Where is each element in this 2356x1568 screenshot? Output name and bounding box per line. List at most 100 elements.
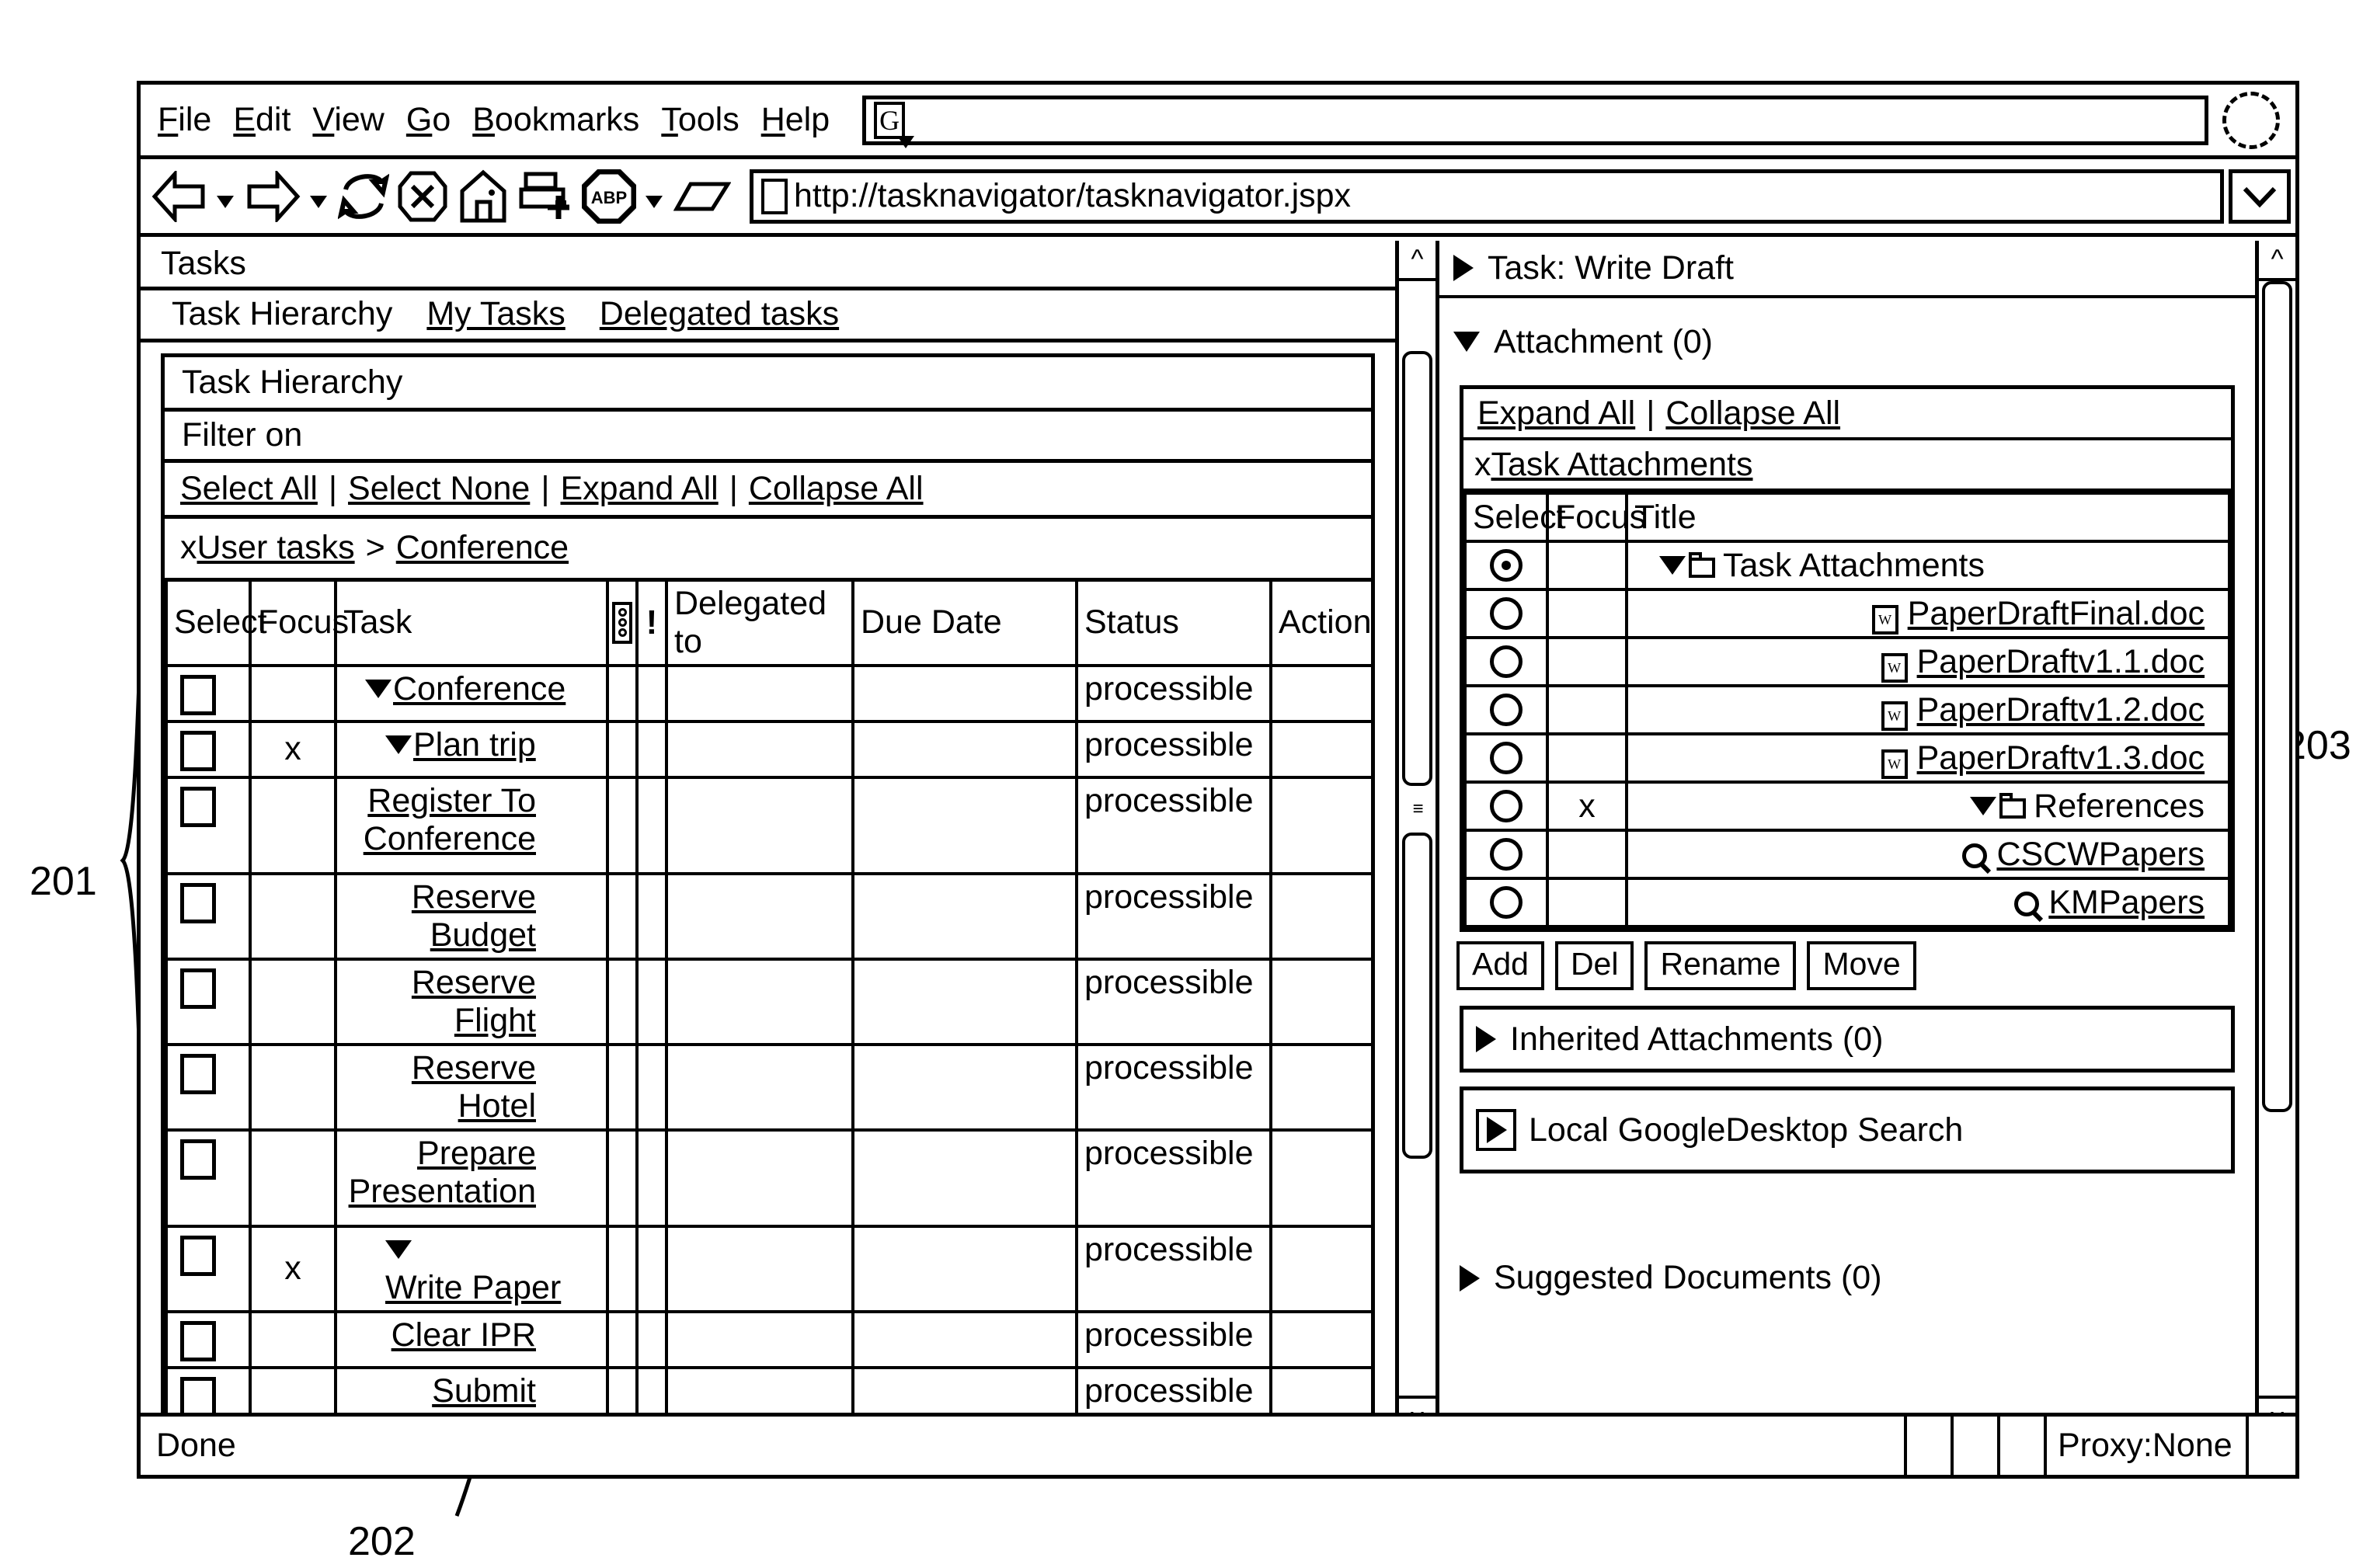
menu-item-tools[interactable]: Tools (661, 101, 739, 139)
back-dropdown-icon[interactable] (217, 195, 234, 208)
task-checkbox[interactable] (180, 1053, 216, 1094)
att-collapse-all-link[interactable]: Collapse All (1665, 395, 1840, 433)
task-link[interactable]: Reserve Hotel (343, 1049, 536, 1125)
breadcrumb-close-icon[interactable]: x (180, 529, 197, 567)
select-none-link[interactable]: Select None (348, 470, 530, 508)
scroll-up-icon[interactable]: ^ (1399, 241, 1436, 281)
task-focus-cell[interactable]: x (249, 719, 337, 779)
twisty-triangle-icon[interactable] (1970, 797, 1997, 816)
back-icon[interactable] (151, 170, 207, 222)
forward-dropdown-icon[interactable] (310, 195, 327, 208)
adblock-dropdown-icon[interactable] (646, 195, 663, 208)
menu-item-help[interactable]: Help (761, 101, 830, 139)
att-expand-all-link[interactable]: Expand All (1477, 395, 1635, 433)
attachment-scope-close-icon[interactable]: x (1474, 446, 1491, 484)
attachment-link[interactable]: PaperDraftv1.1.doc (1917, 643, 2205, 680)
adblock-icon[interactable]: ABP (582, 169, 636, 224)
twisty-triangle-icon[interactable] (385, 735, 412, 755)
attachment-focus-cell[interactable]: x (1546, 781, 1628, 832)
task-checkbox[interactable] (180, 1139, 216, 1180)
attachment-link[interactable]: PaperDraftv1.3.doc (1917, 739, 2205, 777)
vscroll-thumb-lower[interactable] (1402, 833, 1432, 1159)
breadcrumb-item-user-tasks[interactable]: User tasks (197, 529, 355, 567)
task-focus-cell[interactable]: x (249, 1224, 337, 1313)
attachment-focus-cell[interactable] (1546, 588, 1628, 639)
attachment-radio[interactable] (1490, 597, 1523, 630)
task-checkbox[interactable] (180, 1235, 216, 1276)
twisty-triangle-icon[interactable] (1659, 556, 1686, 575)
task-checkbox[interactable] (180, 882, 216, 923)
task-link[interactable]: Plan trip (413, 726, 536, 764)
task-focus-cell[interactable] (249, 775, 337, 875)
googledesktop-search-section[interactable]: Local GoogleDesktop Search (1460, 1086, 2236, 1173)
rename-button[interactable]: Rename (1644, 941, 1797, 990)
task-link[interactable]: Reserve Budget (343, 878, 536, 954)
print-icon[interactable] (518, 169, 574, 224)
task-focus-cell[interactable] (249, 663, 337, 723)
tab-my-tasks[interactable]: My Tasks (426, 295, 565, 333)
right-pane-vscrollbar[interactable]: ^ v (2255, 241, 2295, 1436)
inherited-attachments-section[interactable]: Inherited Attachments (0) (1460, 1006, 2236, 1073)
attachment-radio[interactable] (1490, 549, 1523, 582)
search-input[interactable]: G (862, 95, 2208, 148)
task-checkbox[interactable] (180, 968, 216, 1009)
attachment-radio[interactable] (1490, 645, 1523, 678)
task-checkbox[interactable] (180, 674, 216, 715)
attachment-radio[interactable] (1490, 790, 1523, 822)
reload-icon[interactable] (338, 169, 389, 224)
attachment-focus-cell[interactable] (1546, 636, 1628, 687)
url-dropdown-button[interactable] (2229, 169, 2291, 224)
task-link[interactable]: Conference (393, 670, 566, 708)
task-link[interactable]: Clear IPR (392, 1316, 536, 1354)
attachment-focus-cell[interactable] (1546, 684, 1628, 735)
collapse-all-link[interactable]: Collapse All (749, 470, 924, 508)
tab-icon[interactable] (673, 178, 731, 215)
attachment-section-header[interactable]: Attachment (0) (1439, 298, 2255, 385)
twisty-triangle-icon[interactable] (385, 1240, 412, 1260)
attachment-radio[interactable] (1490, 742, 1523, 774)
task-checkbox[interactable] (180, 1320, 216, 1361)
scroll-up-icon[interactable]: ^ (2259, 241, 2295, 281)
menu-item-view[interactable]: View (312, 101, 384, 139)
expand-all-link[interactable]: Expand All (560, 470, 718, 508)
forward-icon[interactable] (245, 170, 301, 222)
vscroll-thumb[interactable] (2262, 281, 2293, 1112)
attachment-link[interactable]: PaperDraftv1.2.doc (1917, 691, 2205, 728)
vscroll-track[interactable]: ≡ (1399, 281, 1436, 1396)
attachment-focus-cell[interactable] (1546, 540, 1628, 591)
suggested-documents-section[interactable]: Suggested Documents (0) (1439, 1259, 2255, 1297)
task-focus-cell[interactable] (249, 1042, 337, 1132)
status-resize-grip[interactable] (2246, 1417, 2295, 1475)
select-all-link[interactable]: Select All (180, 470, 318, 508)
attachment-radio[interactable] (1490, 838, 1523, 871)
menu-item-edit[interactable]: Edit (233, 101, 291, 139)
menu-item-go[interactable]: Go (406, 101, 451, 139)
menu-item-bookmarks[interactable]: Bookmarks (472, 101, 639, 139)
attachment-focus-cell[interactable] (1546, 732, 1628, 784)
attachment-link[interactable]: CSCWPapers (1996, 836, 2205, 873)
home-icon[interactable] (456, 169, 510, 224)
task-focus-cell[interactable] (249, 1128, 337, 1228)
task-link[interactable]: Register To Conference (343, 782, 536, 858)
tab-task-hierarchy[interactable]: Task Hierarchy (172, 295, 392, 333)
task-focus-cell[interactable] (249, 957, 337, 1046)
url-input[interactable]: http://tasknavigator/tasknavigator.jspx (750, 169, 2224, 224)
attachment-link[interactable]: PaperDraftFinal.doc (1908, 595, 2205, 632)
task-detail-header[interactable]: Task: Write Draft (1439, 241, 2256, 298)
task-checkbox[interactable] (180, 1376, 216, 1417)
task-checkbox[interactable] (180, 730, 216, 771)
add-button[interactable]: Add (1456, 941, 1544, 990)
attachment-focus-cell[interactable] (1546, 829, 1628, 880)
task-focus-cell[interactable] (249, 1309, 337, 1369)
menu-item-file[interactable]: File (158, 101, 211, 139)
tab-delegated-tasks[interactable]: Delegated tasks (600, 295, 839, 333)
attachment-link[interactable]: KMPapers (2048, 884, 2205, 921)
vscroll-thumb[interactable] (1402, 351, 1432, 786)
breadcrumb-item-conference[interactable]: Conference (396, 529, 569, 567)
vscroll-track[interactable] (2259, 281, 2295, 1396)
task-link[interactable]: Write Paper (385, 1269, 561, 1307)
attachment-radio[interactable] (1490, 886, 1523, 919)
del-button[interactable]: Del (1554, 941, 1634, 990)
task-focus-cell[interactable] (249, 871, 337, 961)
attachment-focus-cell[interactable] (1546, 877, 1628, 928)
